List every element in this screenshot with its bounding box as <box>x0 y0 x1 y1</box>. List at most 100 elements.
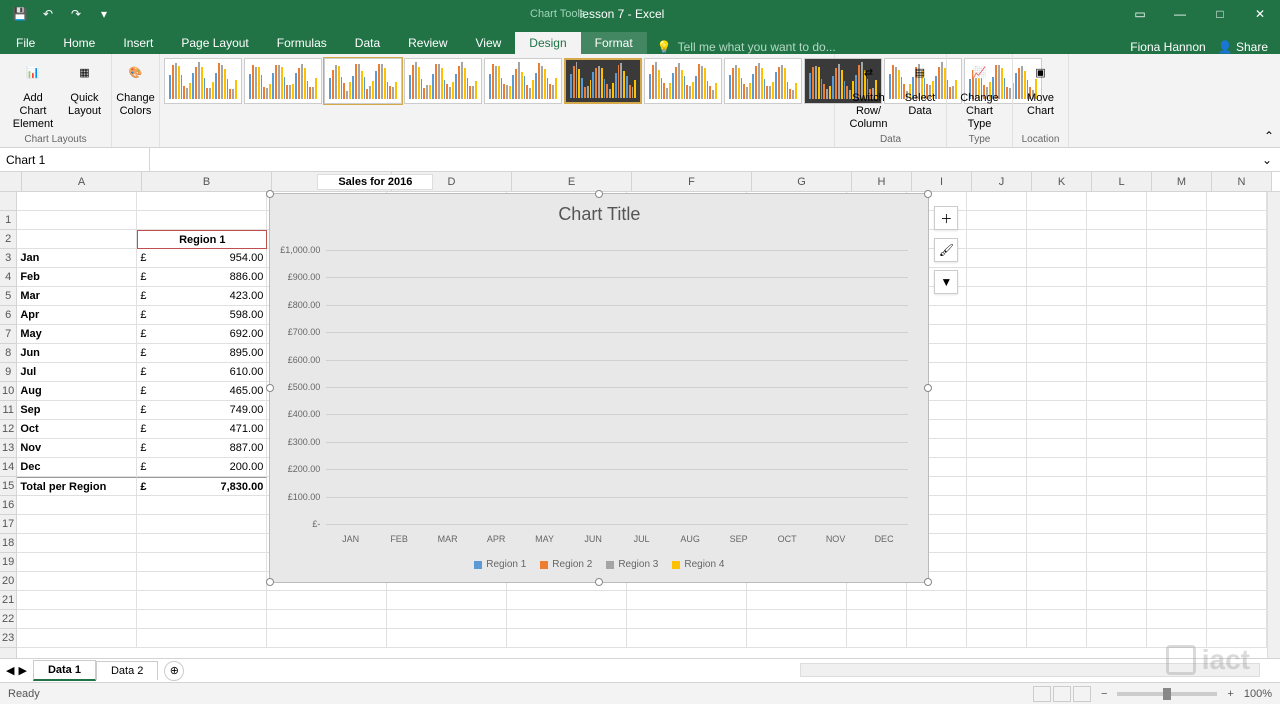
col-header-K[interactable]: K <box>1032 172 1092 191</box>
row-header-9[interactable]: 9 <box>0 363 16 382</box>
row-header-21[interactable]: 21 <box>0 591 16 610</box>
tab-home[interactable]: Home <box>49 32 109 54</box>
col-header-E[interactable]: E <box>512 172 632 191</box>
chart-style-3[interactable]: Style 3 <box>324 58 402 104</box>
row-header-6[interactable]: 6 <box>0 306 16 325</box>
zoom-in-button[interactable]: + <box>1227 688 1233 700</box>
sheet-tab-data2[interactable]: Data 2 <box>96 661 158 680</box>
close-icon[interactable]: ✕ <box>1240 0 1280 28</box>
row-header-[interactable] <box>0 192 16 211</box>
vertical-scrollbar[interactable] <box>1267 192 1280 658</box>
user-name[interactable]: Fiona Hannon <box>1130 40 1205 54</box>
chart-title[interactable]: Chart Title <box>270 194 928 229</box>
chart-y-axis: £-£100.00£200.00£300.00£400.00£500.00£60… <box>276 250 322 524</box>
col-header-B[interactable]: B <box>142 172 272 191</box>
tab-file[interactable]: File <box>2 32 49 54</box>
chart-style-4[interactable] <box>404 58 482 104</box>
move-chart-button[interactable]: ▣ Move Chart <box>1019 56 1063 120</box>
embedded-chart[interactable]: Chart Title £-£100.00£200.00£300.00£400.… <box>269 193 929 583</box>
sheet-tab-bar: ◀ ▶ Data 1 Data 2 ⊕ <box>0 658 1280 682</box>
col-header-J[interactable]: J <box>972 172 1032 191</box>
redo-icon[interactable]: ↷ <box>64 3 88 25</box>
row-header-10[interactable]: 10 <box>0 382 16 401</box>
zoom-out-button[interactable]: − <box>1101 688 1107 700</box>
change-chart-type-button[interactable]: 📈 Change Chart Type <box>951 56 1008 134</box>
chart-plot-area[interactable] <box>326 250 908 524</box>
sheet-tab-data1[interactable]: Data 1 <box>33 660 96 681</box>
row-header-14[interactable]: 14 <box>0 458 16 477</box>
view-normal-button[interactable] <box>1033 686 1051 702</box>
tell-me-search[interactable]: 💡 Tell me what you want to do... <box>647 40 1131 54</box>
chart-style-6[interactable] <box>564 58 642 104</box>
row-header-4[interactable]: 4 <box>0 268 16 287</box>
tab-insert[interactable]: Insert <box>109 32 167 54</box>
col-header-L[interactable]: L <box>1092 172 1152 191</box>
add-sheet-button[interactable]: ⊕ <box>164 661 184 681</box>
row-header-15[interactable]: 15 <box>0 477 16 496</box>
col-header-G[interactable]: G <box>752 172 852 191</box>
row-header-2[interactable]: 2 <box>0 230 16 249</box>
row-header-19[interactable]: 19 <box>0 553 16 572</box>
save-icon[interactable]: 💾 <box>8 3 32 25</box>
row-header-5[interactable]: 5 <box>0 287 16 306</box>
chart-legend[interactable]: Region 1Region 2Region 3Region 4 <box>270 559 928 570</box>
change-colors-button[interactable]: 🎨 Change Colors <box>110 56 161 120</box>
zoom-slider[interactable] <box>1117 692 1217 696</box>
tab-data[interactable]: Data <box>341 32 394 54</box>
select-all-corner[interactable] <box>0 172 22 191</box>
chart-elements-button[interactable]: ＋ <box>934 206 958 230</box>
chart-style-2[interactable] <box>244 58 322 104</box>
chart-styles-button[interactable]: 🖌 <box>934 238 958 262</box>
row-header-7[interactable]: 7 <box>0 325 16 344</box>
row-header-22[interactable]: 22 <box>0 610 16 629</box>
row-header-12[interactable]: 12 <box>0 420 16 439</box>
minimize-icon[interactable]: — <box>1160 0 1200 28</box>
row-headers: 1234567891011121314151617181920212223 <box>0 192 17 658</box>
tab-formulas[interactable]: Formulas <box>263 32 341 54</box>
chart-filters-button[interactable]: ▼ <box>934 270 958 294</box>
zoom-level[interactable]: 100% <box>1244 688 1272 700</box>
row-header-3[interactable]: 3 <box>0 249 16 268</box>
ribbon-display-icon[interactable]: ▭ <box>1120 0 1160 28</box>
col-header-A[interactable]: A <box>22 172 142 191</box>
select-data-button[interactable]: ▤ Select Data <box>898 56 942 134</box>
col-header-F[interactable]: F <box>632 172 752 191</box>
tab-review[interactable]: Review <box>394 32 461 54</box>
view-page-break-button[interactable] <box>1073 686 1091 702</box>
share-button[interactable]: 👤 Share <box>1218 40 1268 54</box>
tab-view[interactable]: View <box>462 32 516 54</box>
add-chart-element-button[interactable]: 📊 Add Chart Element <box>4 56 62 134</box>
row-header-8[interactable]: 8 <box>0 344 16 363</box>
row-header-23[interactable]: 23 <box>0 629 16 648</box>
tab-page-layout[interactable]: Page Layout <box>167 32 262 54</box>
view-page-layout-button[interactable] <box>1053 686 1071 702</box>
quick-layout-button[interactable]: ▦ Quick Layout <box>62 56 107 134</box>
tab-design[interactable]: Design <box>515 32 580 54</box>
expand-formula-bar-icon[interactable]: ⌄ <box>1254 153 1280 167</box>
sheet-nav-prev-icon[interactable]: ◀ <box>6 664 14 677</box>
name-box[interactable]: Chart 1 <box>0 148 150 171</box>
col-header-I[interactable]: I <box>912 172 972 191</box>
undo-icon[interactable]: ↶ <box>36 3 60 25</box>
row-header-20[interactable]: 20 <box>0 572 16 591</box>
row-header-11[interactable]: 11 <box>0 401 16 420</box>
row-header-13[interactable]: 13 <box>0 439 16 458</box>
cells-area[interactable]: Region 1Jan£954.00Feb£886.00Mar£423.00Ap… <box>17 192 1267 658</box>
row-header-18[interactable]: 18 <box>0 534 16 553</box>
chart-style-8[interactable] <box>724 58 802 104</box>
qat-dropdown-icon[interactable]: ▾ <box>92 3 116 25</box>
col-header-N[interactable]: N <box>1212 172 1272 191</box>
chart-style-5[interactable] <box>484 58 562 104</box>
chart-style-7[interactable] <box>644 58 722 104</box>
col-header-H[interactable]: H <box>852 172 912 191</box>
row-header-17[interactable]: 17 <box>0 515 16 534</box>
col-header-M[interactable]: M <box>1152 172 1212 191</box>
tab-format[interactable]: Format <box>581 32 647 54</box>
sheet-nav-next-icon[interactable]: ▶ <box>18 664 26 677</box>
collapse-ribbon-icon[interactable]: ⌃ <box>1264 129 1274 143</box>
maximize-icon[interactable]: □ <box>1200 0 1240 28</box>
row-header-16[interactable]: 16 <box>0 496 16 515</box>
switch-row-column-button[interactable]: ⇄ Switch Row/ Column <box>839 56 898 134</box>
chart-style-1[interactable] <box>164 58 242 104</box>
row-header-1[interactable]: 1 <box>0 211 16 230</box>
